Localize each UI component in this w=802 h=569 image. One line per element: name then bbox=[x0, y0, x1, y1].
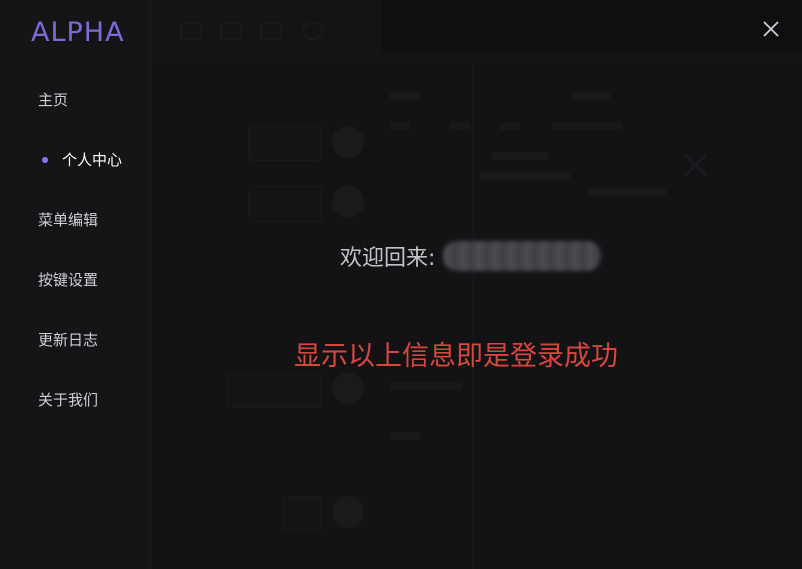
sidebar-item-home[interactable]: 主页 bbox=[0, 70, 150, 130]
sidebar-item-profile[interactable]: 个人中心 bbox=[0, 130, 150, 190]
welcome-label: 欢迎回来: bbox=[340, 246, 436, 271]
sidebar-item-label: 菜单编辑 bbox=[38, 211, 99, 229]
sidebar-item-menu-edit[interactable]: 菜单编辑 bbox=[0, 190, 150, 250]
app-window: ALPHA 主页 个人中心 菜单编辑 按键设置 更新日志 关于我们 欢迎回来: … bbox=[0, 0, 802, 569]
sidebar-item-label: 更新日志 bbox=[38, 331, 99, 349]
sidebar-item-label: 按键设置 bbox=[38, 271, 99, 289]
app-logo: ALPHA bbox=[31, 17, 125, 48]
username-redacted bbox=[443, 241, 602, 271]
sidebar-item-label: 关于我们 bbox=[38, 391, 99, 409]
sidebar-item-about[interactable]: 关于我们 bbox=[0, 370, 150, 430]
dim-overlay bbox=[150, 0, 802, 569]
sidebar-item-label: 个人中心 bbox=[62, 151, 123, 169]
close-icon bbox=[763, 21, 779, 37]
welcome-row: 欢迎回来: bbox=[340, 240, 602, 272]
sidebar: ALPHA 主页 个人中心 菜单编辑 按键设置 更新日志 关于我们 bbox=[0, 0, 151, 569]
sidebar-item-changelog[interactable]: 更新日志 bbox=[0, 310, 150, 370]
sidebar-item-label: 主页 bbox=[38, 91, 69, 109]
login-success-message: 显示以上信息即是登录成功 bbox=[294, 341, 618, 372]
sidebar-nav: 主页 个人中心 菜单编辑 按键设置 更新日志 关于我们 bbox=[0, 70, 150, 430]
sidebar-item-key-settings[interactable]: 按键设置 bbox=[0, 250, 150, 310]
active-dot-icon bbox=[42, 157, 48, 163]
close-button[interactable] bbox=[758, 16, 784, 42]
